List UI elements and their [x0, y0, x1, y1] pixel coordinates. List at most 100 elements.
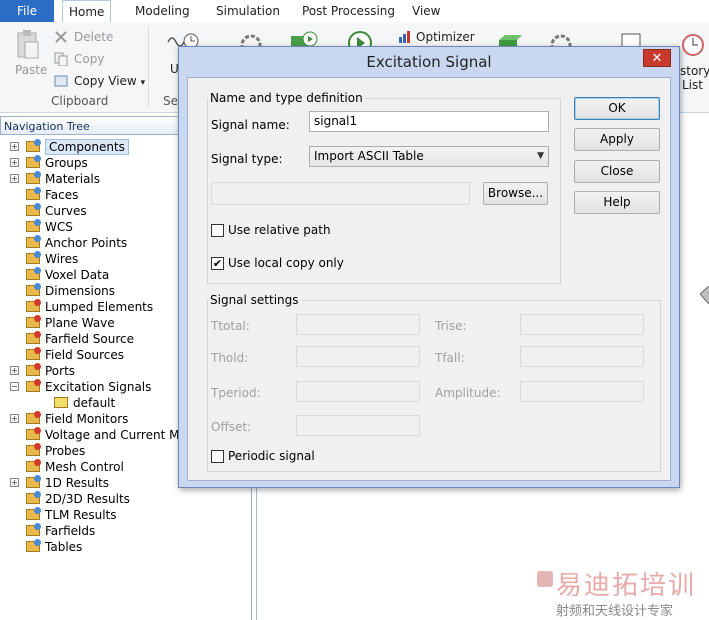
- history-list-label-1[interactable]: story: [680, 64, 709, 78]
- amplitude-input[interactable]: [520, 381, 644, 402]
- paste-icon: [16, 30, 40, 60]
- paste-button[interactable]: Paste: [15, 63, 47, 77]
- folder-icon: [26, 427, 41, 440]
- tree-item-label: Excitation Signals: [45, 380, 152, 394]
- tree-item-label: Dimensions: [45, 284, 116, 298]
- tree-item-label: Ports: [45, 364, 76, 378]
- signal-type-value: Import ASCII Table: [314, 149, 424, 163]
- tree-item-label: Farfields: [45, 524, 96, 538]
- folder-icon: [26, 459, 41, 472]
- model-edge-shape: [699, 285, 709, 305]
- apply-button[interactable]: Apply: [574, 128, 660, 151]
- folder-badge-icon: [34, 155, 41, 162]
- folder-icon: [26, 315, 41, 328]
- expand-icon[interactable]: +: [10, 366, 19, 375]
- browse-button[interactable]: Browse...: [483, 182, 548, 205]
- tfall-input[interactable]: [520, 346, 644, 367]
- folder-icon: [26, 219, 41, 232]
- folder-icon: [26, 331, 41, 344]
- tree-item-label: Field Sources: [45, 348, 124, 362]
- folder-badge-icon: [34, 203, 41, 210]
- optimizer-icon: [398, 30, 412, 44]
- tree-item[interactable]: Farfields: [0, 523, 250, 539]
- dialog-close-button[interactable]: ✕: [643, 49, 671, 67]
- signal-icon: [54, 397, 68, 408]
- folder-icon: [26, 379, 41, 392]
- tree-item-label: Mesh Control: [45, 460, 124, 474]
- name-type-group-title: Name and type definition: [208, 91, 365, 105]
- folder-badge-icon: [34, 171, 41, 178]
- close-icon: ✕: [651, 51, 663, 66]
- copy-icon: [54, 52, 68, 67]
- file-path-input[interactable]: [211, 182, 470, 205]
- tfall-label: Tfall:: [435, 351, 465, 365]
- folder-badge-icon: [34, 219, 41, 226]
- expand-icon[interactable]: +: [10, 478, 19, 487]
- help-button[interactable]: Help: [574, 191, 660, 214]
- expand-icon[interactable]: +: [10, 158, 19, 167]
- ttotal-label: Ttotal:: [211, 319, 250, 333]
- folder-icon: [26, 267, 41, 280]
- tree-item-label: 2D/3D Results: [45, 492, 130, 506]
- tab-post-processing[interactable]: Post Processing: [302, 0, 395, 22]
- ribbon-tab-bar: File Home Modeling Simulation Post Proce…: [0, 0, 709, 24]
- offset-input[interactable]: [296, 415, 420, 436]
- tperiod-input[interactable]: [296, 381, 420, 402]
- tree-item-label: 1D Results: [45, 476, 110, 490]
- use-local-copy-checkbox[interactable]: ✔: [211, 257, 224, 270]
- tree-item[interactable]: TLM Results: [0, 507, 250, 523]
- folder-icon: [26, 283, 41, 296]
- folder-icon: [26, 203, 41, 216]
- tree-item-label: Tables: [45, 540, 83, 554]
- tab-simulation[interactable]: Simulation: [216, 0, 280, 22]
- folder-badge-icon: [34, 235, 41, 242]
- tperiod-label: Tperiod:: [211, 386, 261, 400]
- thold-input[interactable]: [296, 346, 420, 367]
- signal-type-select[interactable]: Import ASCII Table ▼: [309, 146, 549, 167]
- folder-badge-icon: [34, 459, 41, 466]
- chevron-down-icon: ▾: [140, 78, 146, 88]
- folder-badge-icon: [34, 363, 41, 370]
- signal-type-label: Signal type:: [211, 152, 283, 166]
- folder-badge-icon: [34, 475, 41, 482]
- tab-modeling[interactable]: Modeling: [135, 0, 190, 22]
- tab-home[interactable]: Home: [62, 0, 112, 24]
- signal-name-input[interactable]: signal1: [309, 111, 549, 132]
- history-list-label-2[interactable]: List: [682, 78, 703, 92]
- use-relative-path-checkbox[interactable]: [211, 224, 224, 237]
- expand-icon[interactable]: +: [10, 174, 19, 183]
- copy-button[interactable]: Copy: [74, 52, 104, 66]
- tree-item-label: TLM Results: [45, 508, 117, 522]
- tree-item-label: Farfield Source: [45, 332, 135, 346]
- folder-badge-icon: [34, 427, 41, 434]
- signal-name-label: Signal name:: [211, 118, 290, 132]
- optimizer-button[interactable]: Optimizer: [416, 30, 475, 44]
- folder-icon: [26, 139, 41, 152]
- trise-input[interactable]: [520, 314, 644, 335]
- copy-view-button[interactable]: Copy View ▾: [74, 74, 145, 88]
- folder-badge-icon: [34, 187, 41, 194]
- tree-item[interactable]: Tables: [0, 539, 250, 555]
- delete-icon: [54, 30, 68, 44]
- folder-badge-icon: [34, 491, 41, 498]
- tree-item-label: Faces: [45, 188, 79, 202]
- folder-badge-icon: [34, 315, 41, 322]
- tree-item-label: Plane Wave: [45, 316, 115, 330]
- collapse-icon[interactable]: −: [10, 382, 19, 391]
- expand-icon[interactable]: +: [10, 414, 19, 423]
- tree-item[interactable]: 2D/3D Results: [0, 491, 250, 507]
- tab-file[interactable]: File: [0, 0, 54, 22]
- tree-item-label: Voltage and Current Mo: [45, 428, 187, 442]
- close-button[interactable]: Close: [574, 160, 660, 183]
- folder-icon: [26, 475, 41, 488]
- periodic-signal-checkbox[interactable]: [211, 450, 224, 463]
- tab-view[interactable]: View: [412, 0, 440, 22]
- delete-button[interactable]: Delete: [74, 30, 113, 44]
- ok-button[interactable]: OK: [574, 97, 660, 120]
- tree-item-label: Components: [45, 139, 129, 155]
- folder-badge-icon: [34, 139, 41, 146]
- folder-icon: [26, 443, 41, 456]
- expand-icon[interactable]: +: [10, 142, 19, 151]
- folder-badge-icon: [34, 379, 41, 386]
- ttotal-input[interactable]: [296, 314, 420, 335]
